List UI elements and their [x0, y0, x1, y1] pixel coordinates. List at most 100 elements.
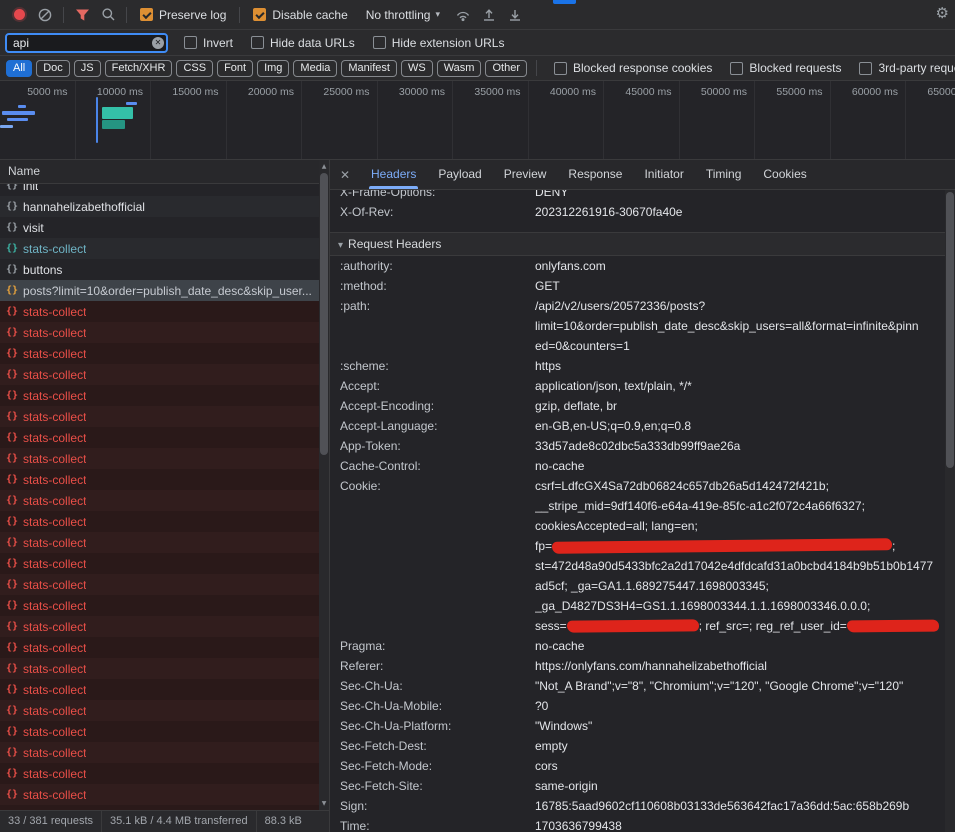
throttling-dropdown[interactable]: No throttling ▾ [366, 8, 440, 22]
resources-size: 88.3 kB [257, 811, 310, 832]
request-row[interactable]: {}stats-collect [0, 469, 319, 490]
request-row[interactable]: {}stats-collect [0, 364, 319, 385]
record-button[interactable] [6, 3, 32, 27]
network-conditions-button[interactable] [450, 3, 476, 27]
request-name: stats-collect [23, 368, 86, 382]
filter-checkbox-invert[interactable]: Invert [184, 36, 233, 50]
clear-button[interactable] [32, 3, 58, 27]
script-icon: {} [6, 621, 18, 632]
chip-img[interactable]: Img [257, 60, 289, 77]
request-row[interactable]: {}stats-collect [0, 721, 319, 742]
request-row[interactable]: {}stats-collect [0, 427, 319, 448]
chip-all[interactable]: All [6, 60, 32, 77]
tab-cookies[interactable]: Cookies [752, 160, 817, 189]
request-row[interactable]: {}stats-collect [0, 238, 319, 259]
filter-checkbox-hide-data-urls[interactable]: Hide data URLs [251, 36, 355, 50]
chip-media[interactable]: Media [293, 60, 337, 77]
request-headers-section-header[interactable]: ▾Request Headers [330, 232, 945, 256]
details-scrollbar[interactable] [945, 190, 955, 832]
request-row[interactable]: {}stats-collect [0, 658, 319, 679]
name-column-header[interactable]: Name [0, 160, 329, 184]
chip-doc[interactable]: Doc [36, 60, 70, 77]
script-icon: {} [6, 327, 18, 338]
request-row[interactable]: {}stats-collect [0, 511, 319, 532]
overview-activity-bar [126, 102, 137, 105]
search-button[interactable] [95, 3, 121, 27]
script-icon: {} [6, 768, 18, 779]
preserve-log-checkbox[interactable]: Preserve log [140, 8, 226, 22]
script-icon: {} [6, 705, 18, 716]
type-checkbox-3rd-party-requests[interactable]: 3rd-party requests [859, 61, 955, 75]
import-har-button[interactable] [476, 3, 502, 27]
request-row[interactable]: {}stats-collect [0, 784, 319, 805]
header-value: application/json, text/plain, */* [535, 376, 945, 396]
header-name: Sec-Ch-Ua: [330, 676, 535, 696]
chip-manifest[interactable]: Manifest [341, 60, 397, 77]
header-value: "Windows" [535, 716, 945, 736]
script-icon: {} [6, 306, 18, 317]
request-row[interactable]: {}stats-collect [0, 616, 319, 637]
timeline-overview[interactable]: 5000 ms10000 ms15000 ms20000 ms25000 ms3… [0, 81, 955, 160]
settings-button[interactable]: ⚙ [936, 4, 949, 22]
request-row[interactable]: {}stats-collect [0, 532, 319, 553]
filter-checkbox-hide-extension-urls[interactable]: Hide extension URLs [373, 36, 505, 50]
tab-response[interactable]: Response [557, 160, 633, 189]
type-checkbox-blocked-requests[interactable]: Blocked requests [730, 61, 841, 75]
tab-initiator[interactable]: Initiator [633, 160, 694, 189]
header-value-line: same-origin [535, 776, 945, 796]
request-row[interactable]: {}stats-collect [0, 553, 319, 574]
chip-fetch-xhr[interactable]: Fetch/XHR [105, 60, 173, 77]
request-row[interactable]: {}stats-collect [0, 301, 319, 322]
export-har-button[interactable] [502, 3, 528, 27]
request-row[interactable]: {}visit [0, 217, 319, 238]
request-row[interactable]: {}stats-collect [0, 385, 319, 406]
chip-ws[interactable]: WS [401, 60, 433, 77]
scrollbar-thumb[interactable] [946, 192, 954, 468]
requests-scrollbar[interactable]: ▲ ▼ [319, 160, 329, 810]
header-row: :scheme:https [330, 356, 945, 376]
request-row[interactable]: {}stats-collect [0, 406, 319, 427]
close-details-button[interactable]: ✕ [330, 168, 360, 182]
chip-css[interactable]: CSS [176, 60, 213, 77]
scrollbar-thumb[interactable] [320, 173, 328, 455]
request-row[interactable]: {}stats-collect [0, 322, 319, 343]
tab-preview[interactable]: Preview [493, 160, 558, 189]
request-row[interactable]: {}posts?limit=10&order=publish_date_desc… [0, 280, 319, 301]
request-row[interactable]: {}buttons [0, 259, 319, 280]
tab-headers[interactable]: Headers [360, 160, 427, 189]
request-row[interactable]: {}stats-collect [0, 700, 319, 721]
checkbox-icon [251, 36, 264, 49]
request-row[interactable]: {}stats-collect [0, 637, 319, 658]
header-value-line: __stripe_mid=9df140f6-e64a-419e-85fc-a1c… [535, 496, 945, 516]
request-row[interactable]: {}stats-collect [0, 343, 319, 364]
script-icon: {} [6, 663, 18, 674]
chip-other[interactable]: Other [485, 60, 527, 77]
request-headers-list: :authority:onlyfans.com:method:GET:path:… [330, 256, 945, 832]
request-row[interactable]: {}stats-collect [0, 742, 319, 763]
header-value-text: sess= [535, 619, 567, 633]
disable-cache-checkbox[interactable]: Disable cache [253, 8, 347, 22]
scroll-up-icon[interactable]: ▲ [319, 163, 329, 170]
request-row[interactable]: {}stats-collect [0, 679, 319, 700]
chip-font[interactable]: Font [217, 60, 253, 77]
scroll-down-icon[interactable]: ▼ [319, 800, 329, 807]
request-row[interactable]: {}stats-collect [0, 574, 319, 595]
script-icon: {} [6, 726, 18, 737]
tab-timing[interactable]: Timing [695, 160, 753, 189]
request-row[interactable]: {}stats-collect [0, 490, 319, 511]
disable-cache-label: Disable cache [272, 8, 347, 22]
request-row[interactable]: {}init [0, 184, 319, 196]
clear-filter-icon[interactable]: ✕ [152, 37, 164, 49]
filter-toggle-button[interactable] [69, 3, 95, 27]
chip-wasm[interactable]: Wasm [437, 60, 482, 77]
request-row[interactable]: {}stats-collect [0, 448, 319, 469]
type-checkbox-blocked-response-cookies[interactable]: Blocked response cookies [554, 61, 712, 75]
request-row[interactable]: {}hannahelizabethofficial [0, 196, 319, 217]
request-row[interactable]: {}stats-collect [0, 763, 319, 784]
tab-payload[interactable]: Payload [427, 160, 492, 189]
header-row: Accept-Encoding:gzip, deflate, br [330, 396, 945, 416]
request-row[interactable]: {}stats-collect [0, 595, 319, 616]
filter-input[interactable] [5, 33, 168, 53]
headers-content: X-Frame-Options:DENYX-Of-Rev:20231226191… [330, 190, 945, 832]
chip-js[interactable]: JS [74, 60, 101, 77]
